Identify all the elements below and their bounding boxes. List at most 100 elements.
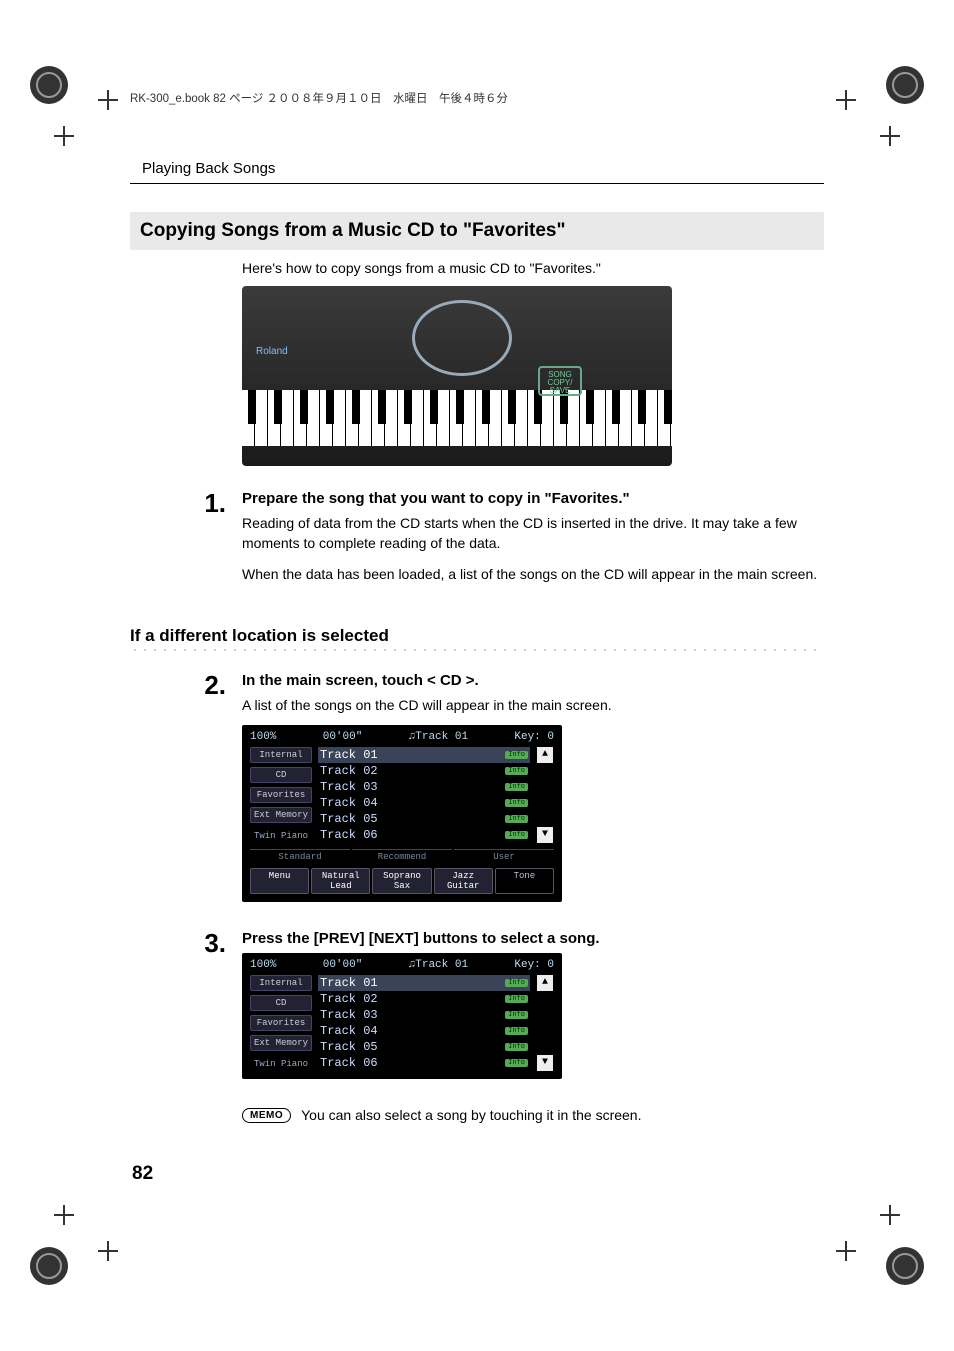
registration-mark-bl [30, 1247, 68, 1285]
scr-track-name: Track 05 [320, 1040, 378, 1054]
scr-info-badge: Info [505, 1059, 528, 1067]
page-number: 82 [132, 1163, 824, 1185]
scroll-down-button: ▼ [537, 827, 553, 843]
device-screenshot-2: 100% 00'00" ♫Track 01 Key: 0 Internal CD… [242, 953, 562, 1079]
scr-side-tab: Ext Memory [250, 807, 312, 823]
scr-track-name: Track 06 [320, 828, 378, 842]
scr-track-row: Track 05 Info [318, 811, 530, 827]
scr-info-badge: Info [505, 751, 528, 759]
scr-track-row: Track 04Info [318, 795, 530, 811]
scr-bottom-button: Jazz Guitar [434, 868, 493, 894]
copy-save-label: COPY/ SAVE [540, 379, 580, 395]
scr-bottom-button: Menu [250, 868, 309, 894]
step-number: 2. [202, 672, 226, 916]
keyboard-figure: Roland SONG COPY/ SAVE [242, 286, 672, 466]
registration-mark-tr [886, 66, 924, 104]
scr-side-tab: CD [250, 767, 312, 783]
scr-track-row: Track 02 Info [318, 991, 530, 1007]
subsection-heading: If a different location is selected [130, 626, 824, 646]
scroll-down-button: ▼ [537, 1055, 553, 1071]
scr-sidebar: Internal CD Favorites Ext Memory Twin Pi… [250, 747, 312, 843]
scr-key: Key: 0 [514, 731, 554, 743]
crop-cross [54, 1205, 74, 1225]
scr-info-badge: Info [505, 815, 528, 823]
scr-side-tab: Favorites [250, 1015, 312, 1031]
scr-side-tab: Internal [250, 747, 312, 763]
scr-category-tabs: Standard Recommend User [250, 849, 554, 862]
scr-cat-tab: Recommend [352, 849, 452, 862]
memo-badge: MEMO [242, 1108, 291, 1123]
song-copy-save-button: SONG COPY/ SAVE [538, 366, 582, 396]
section-title: Copying Songs from a Music CD to "Favori… [130, 212, 824, 250]
step-paragraph: A list of the songs on the CD will appea… [242, 695, 824, 715]
crop-cross [836, 90, 856, 110]
scr-track-row: Track 05Info [318, 1039, 530, 1055]
brand-label: Roland [256, 346, 288, 357]
scr-track-row: Track 01 Info [318, 747, 530, 763]
header-rule [130, 183, 824, 184]
scr-side-tab: Internal [250, 975, 312, 991]
step-number: 1. [202, 490, 226, 594]
step-3: 3. Press the [PREV] [NEXT] buttons to se… [202, 930, 824, 1093]
scr-track-row: Track 04 Info [318, 1023, 530, 1039]
scr-cat-tab: User [454, 849, 554, 862]
callout-lens [412, 300, 512, 376]
scr-info-badge: Info [505, 979, 528, 987]
step-paragraph: Reading of data from the CD starts when … [242, 513, 824, 554]
scr-percent: 100% [250, 731, 276, 743]
memo-text: You can also select a song by touching i… [301, 1107, 641, 1123]
scr-time: 00'00" [323, 959, 363, 971]
device-screenshot-1: 100% 00'00" ♫Track 01 Key: 0 Internal CD… [242, 725, 562, 902]
scr-track-name: Track 02 [320, 992, 378, 1006]
step-paragraph: When the data has been loaded, a list of… [242, 564, 824, 584]
scr-track-name: Track 05 [320, 812, 378, 826]
scr-track-name: Track 02 [320, 764, 378, 778]
step-heading: Press the [PREV] [NEXT] buttons to selec… [242, 930, 824, 947]
scr-current-track: Track 01 [415, 959, 468, 971]
scr-bottom-button: Soprano Sax [372, 868, 431, 894]
scr-track-name: Track 04 [320, 1024, 378, 1038]
scroll-up-button: ▲ [537, 975, 553, 991]
scr-cat-tab: Standard [250, 849, 350, 862]
section-intro: Here's how to copy songs from a music CD… [242, 260, 824, 276]
print-header-note: RK-300_e.book 82 ページ ２００８年９月１０日 水曜日 午後４時… [130, 90, 508, 106]
scr-side-tab: Favorites [250, 787, 312, 803]
scr-track-row: Track 06Info [318, 827, 530, 843]
scr-time: 00'00" [323, 731, 363, 743]
scr-twin-piano: Twin Piano [250, 831, 312, 841]
scroll-up-button: ▲ [537, 747, 553, 763]
scr-track-row: Track 03Info [318, 1007, 530, 1023]
scr-info-badge: Info [505, 783, 528, 791]
scr-track-row: Track 06 Info [318, 1055, 530, 1071]
scr-info-badge: Info [505, 995, 528, 1003]
scr-bottom-button: Tone [495, 868, 554, 894]
dotted-rule [130, 648, 824, 652]
scr-bottom-buttons: Menu Natural Lead Soprano Sax Jazz Guita… [250, 868, 554, 894]
step-2: 2. In the main screen, touch < CD >. A l… [202, 672, 824, 916]
scr-track-name: Track 03 [320, 780, 378, 794]
scr-percent: 100% [250, 959, 276, 971]
step-heading: Prepare the song that you want to copy i… [242, 490, 824, 507]
scr-current-track: Track 01 [415, 731, 468, 743]
registration-mark-tl [30, 66, 68, 104]
crop-cross [54, 126, 74, 146]
registration-mark-br [886, 1247, 924, 1285]
running-head: Playing Back Songs [142, 160, 824, 177]
scr-track-name: Track 01 [320, 748, 378, 762]
crop-cross [880, 126, 900, 146]
scr-twin-piano: Twin Piano [250, 1059, 312, 1069]
scr-track-list: Track 01InfoTrack 02InfoTrack 03InfoTrac… [318, 747, 530, 843]
scr-track-name: Track 06 [320, 1056, 378, 1070]
step-heading: In the main screen, touch < CD >. [242, 672, 824, 689]
crop-cross [836, 1241, 856, 1261]
scr-info-badge: Info [505, 767, 528, 775]
scr-track-list: Track 01InfoTrack 02InfoTrack 03InfoTrac… [318, 975, 530, 1071]
scr-info-badge: Info [505, 1027, 528, 1035]
crop-cross [880, 1205, 900, 1225]
scr-track-name: Track 04 [320, 796, 378, 810]
crop-cross [98, 1241, 118, 1261]
scr-bottom-button: Natural Lead [311, 868, 370, 894]
scr-key: Key: 0 [514, 959, 554, 971]
step-number: 3. [202, 930, 226, 1093]
scr-info-badge: Info [505, 1011, 528, 1019]
